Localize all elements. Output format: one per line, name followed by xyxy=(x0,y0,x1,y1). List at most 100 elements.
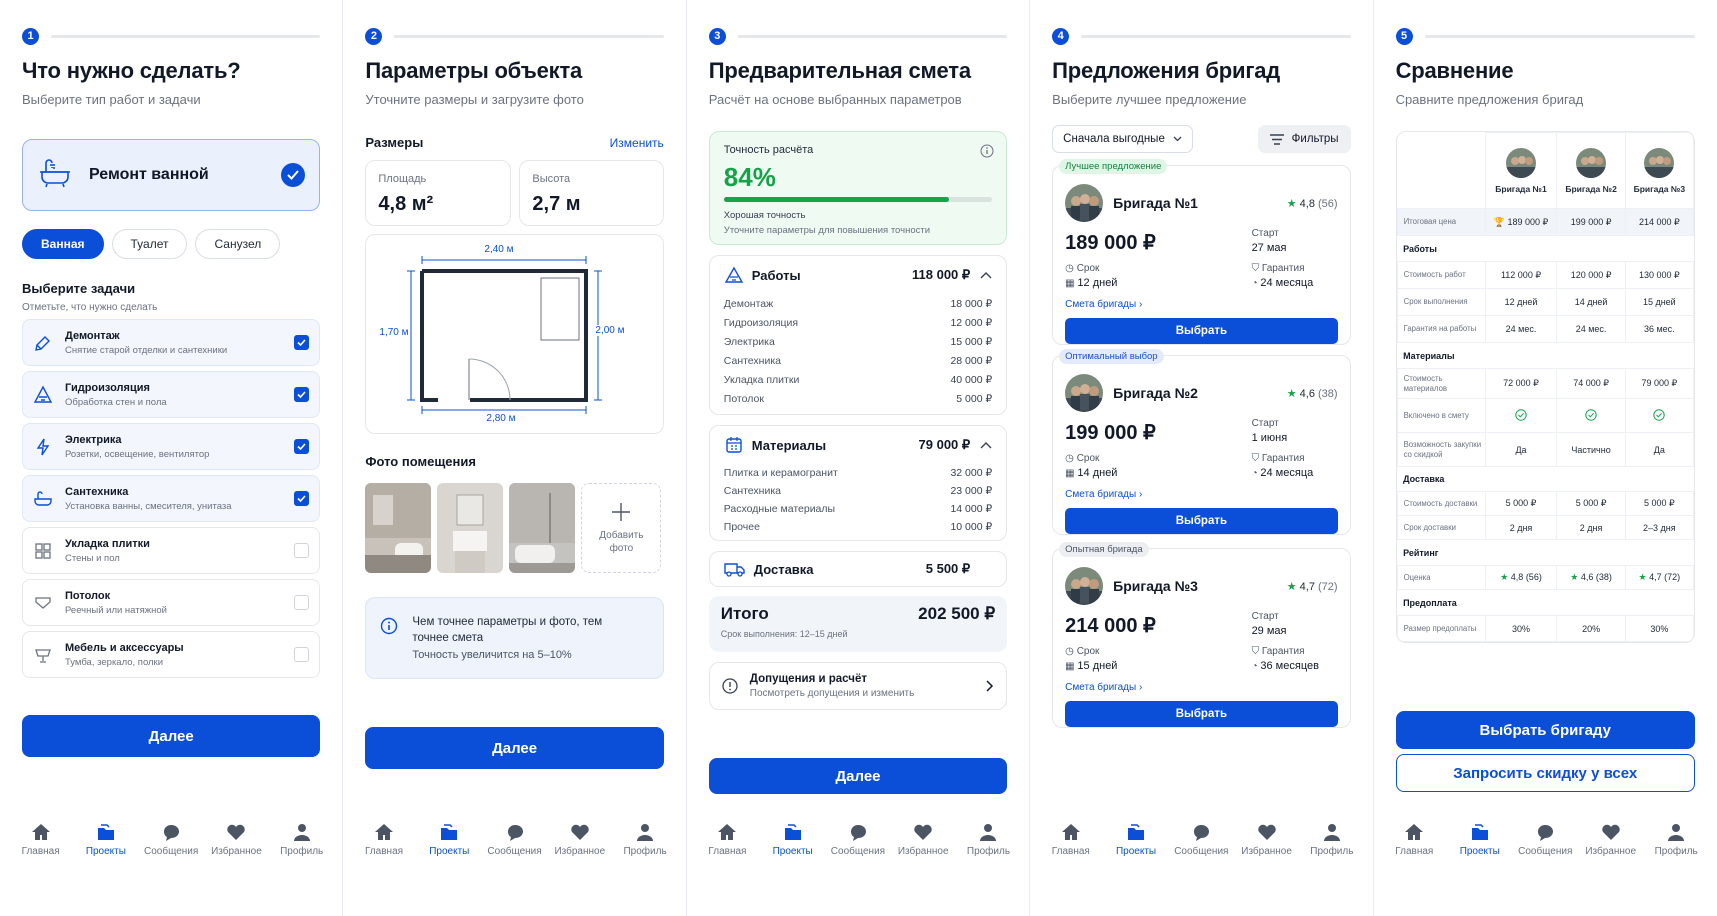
section-title: Работы xyxy=(1397,235,1694,262)
nav-home[interactable]: Главная xyxy=(11,822,71,857)
nav-profile[interactable]: Профиль xyxy=(1302,822,1362,857)
nav-favorites[interactable]: Избранное xyxy=(1581,822,1641,857)
nav-profile[interactable]: Профиль xyxy=(1646,822,1706,857)
nav-profile[interactable]: Профиль xyxy=(615,822,675,857)
select-team-button[interactable]: Выбрать xyxy=(1065,508,1338,534)
bathtub-icon xyxy=(33,489,53,509)
works-header[interactable]: Работы 118 000 ₽ xyxy=(724,256,992,294)
delivery-row[interactable]: Доставка 5 500 ₽ xyxy=(708,551,1008,587)
info-icon[interactable] xyxy=(980,144,994,158)
nav-home[interactable]: Главная xyxy=(1384,822,1444,857)
team-estimate-link[interactable]: Смета бригады › xyxy=(1065,299,1337,310)
assumptions-row[interactable]: Допущения и расчёт Посмотреть допущения … xyxy=(708,662,1008,710)
nav-label: Сообщения xyxy=(487,846,542,857)
nav-messages[interactable]: Сообщения xyxy=(828,822,888,857)
chevron-right-icon: › xyxy=(1138,489,1143,500)
profile-icon xyxy=(980,824,997,841)
row-label: Прочее xyxy=(723,521,760,533)
nav-messages[interactable]: Сообщения xyxy=(1515,822,1575,857)
materials-header[interactable]: Материалы 79 000 ₽ xyxy=(724,426,992,464)
nav-label: Сообщения xyxy=(1174,846,1229,857)
nav-home[interactable]: Главная xyxy=(354,822,414,857)
next-button[interactable]: Далее xyxy=(708,758,1008,794)
team-avatar xyxy=(1644,147,1675,178)
dim-right-label: 2,00 м xyxy=(595,325,625,336)
add-photo-button[interactable]: Добавить фото xyxy=(581,483,662,573)
step-indicator: 2 xyxy=(365,27,664,45)
nav-projects[interactable]: Проекты xyxy=(76,822,136,857)
task-checkbox[interactable] xyxy=(294,543,310,558)
request-discount-button[interactable]: Запросить скидку у всех xyxy=(1395,754,1695,792)
nav-favorites[interactable]: Избранное xyxy=(550,822,610,857)
task-item-furniture[interactable]: Мебель и аксессуары Тумба, зеркало, полки xyxy=(22,631,321,678)
task-checkbox[interactable] xyxy=(294,335,310,350)
nav-messages[interactable]: Сообщения xyxy=(1171,822,1231,857)
task-checkbox[interactable] xyxy=(294,595,310,610)
row-label: Стоимость материалов xyxy=(1396,368,1486,399)
warranty-value: 36 месяцев xyxy=(1260,660,1319,672)
area-field[interactable]: Площадь 4,8 м² xyxy=(365,160,512,226)
cell-value: 20% xyxy=(1556,615,1626,642)
select-team-button[interactable]: Выбрать xyxy=(1065,318,1338,344)
cell-value: 5 000 ₽ xyxy=(1624,491,1694,516)
nav-favorites[interactable]: Избранное xyxy=(206,822,266,857)
task-checkbox[interactable] xyxy=(294,439,310,454)
task-checkbox[interactable] xyxy=(294,647,310,662)
next-button[interactable]: Далее xyxy=(365,727,664,769)
estimate-row: Демонтаж 18 000 ₽ xyxy=(724,294,992,313)
task-item-demolition[interactable]: Демонтаж Снятие старой отделки и сантехни… xyxy=(22,319,321,366)
nav-profile[interactable]: Профиль xyxy=(272,822,332,857)
nav-favorites[interactable]: Избранное xyxy=(1237,822,1297,857)
nav-projects[interactable]: Проекты xyxy=(1106,822,1166,857)
nav-messages[interactable]: Сообщения xyxy=(485,822,545,857)
select-team-button[interactable]: Выбрать xyxy=(1065,701,1338,727)
edit-sizes-link[interactable]: Изменить xyxy=(610,136,664,150)
nav-profile[interactable]: Профиль xyxy=(958,822,1018,857)
room-pill-toilet[interactable]: Туалет xyxy=(111,229,188,259)
room-photo[interactable] xyxy=(437,483,504,573)
room-pill-combined[interactable]: Санузел xyxy=(195,229,281,259)
offer-card[interactable]: Опытная бригада Бригада №3 ★ 4,7 (72) 214 0… xyxy=(1052,542,1351,728)
task-item-ceiling[interactable]: Потолок Реечный или натяжной xyxy=(22,579,321,626)
next-button[interactable]: Далее xyxy=(22,715,321,757)
team-estimate-link[interactable]: Смета бригады › xyxy=(1065,489,1337,500)
nav-projects[interactable]: Проекты xyxy=(419,822,479,857)
page-subtitle: Выберите тип работ и задачи xyxy=(22,92,201,107)
task-checkbox[interactable] xyxy=(294,491,310,506)
height-field[interactable]: Высота 2,7 м xyxy=(519,160,664,226)
cell-value: 5 000 ₽ xyxy=(1556,491,1626,516)
step-number: 2 xyxy=(365,27,383,45)
task-item-electrics[interactable]: Электрика Розетки, освещение, вентилятор xyxy=(22,423,321,470)
star-icon: ★ xyxy=(1286,580,1297,593)
room-photo[interactable] xyxy=(365,483,432,573)
room-pill-bath[interactable]: Ванная xyxy=(22,229,104,259)
task-item-tiling[interactable]: Укладка плитки Стены и пол xyxy=(22,527,321,574)
choose-team-button[interactable]: Выбрать бригаду xyxy=(1395,711,1695,749)
rating-cell: ★ 4,6 (38) xyxy=(1556,565,1626,590)
section-row: Предоплата xyxy=(1397,589,1694,616)
delivery-value: 5 500 ₽ xyxy=(925,561,971,576)
nav-favorites[interactable]: Избранное xyxy=(893,822,953,857)
task-item-waterproofing[interactable]: Гидроизоляция Обработка стен и пола xyxy=(22,371,321,418)
nav-projects[interactable]: Проекты xyxy=(1450,822,1510,857)
filters-button[interactable]: Фильтры xyxy=(1257,125,1351,153)
room-photo[interactable] xyxy=(509,483,576,573)
offer-card[interactable]: Лучшее предложение Бригада №1 ★ 4,8 (56) 18… xyxy=(1052,159,1351,345)
table-row: Включено в смету xyxy=(1396,398,1694,433)
team-column-header: Бригада №1 xyxy=(1484,132,1558,209)
team-estimate-link[interactable]: Смета бригады › xyxy=(1065,682,1337,693)
offer-badge: Оптимальный выбор xyxy=(1059,349,1164,364)
task-checkbox[interactable] xyxy=(294,387,310,402)
task-item-plumbing[interactable]: Сантехника Установка ванны, смесителя, ун… xyxy=(22,475,321,522)
cell-value: 130 000 ₽ xyxy=(1624,261,1694,289)
nav-home[interactable]: Главная xyxy=(1041,822,1101,857)
sort-dropdown[interactable]: Сначала выгодные xyxy=(1052,125,1193,153)
offer-card[interactable]: Оптимальный выбор Бригада №2 ★ 4,6 (38) 199… xyxy=(1052,349,1351,535)
service-card-bathroom[interactable]: Ремонт ванной xyxy=(22,139,321,211)
nav-messages[interactable]: Сообщения xyxy=(141,822,201,857)
nav-projects[interactable]: Проекты xyxy=(763,822,823,857)
nav-home[interactable]: Главная xyxy=(697,822,757,857)
messages-icon xyxy=(850,825,866,841)
heart-icon xyxy=(571,824,589,840)
row-label: Итоговая цена xyxy=(1396,208,1486,236)
